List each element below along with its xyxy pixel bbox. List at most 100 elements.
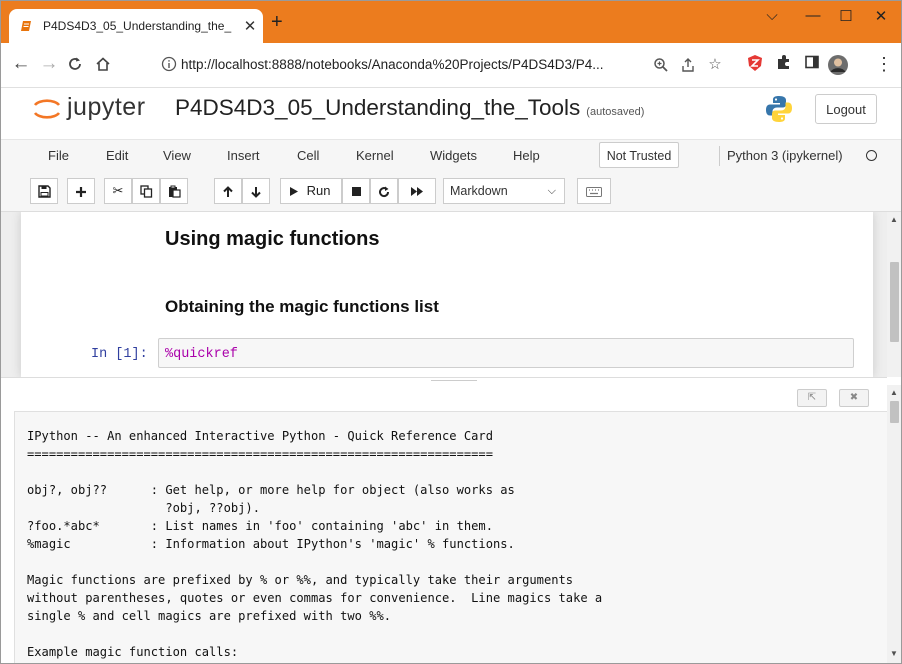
- pager-scroll-thumb[interactable]: [890, 401, 899, 423]
- puzzle-extensions-icon[interactable]: [773, 54, 795, 76]
- cell-type-select[interactable]: Markdown ⌵: [443, 178, 565, 204]
- paste-button[interactable]: [160, 178, 188, 204]
- menu-insert[interactable]: Insert: [227, 148, 260, 163]
- menu-file[interactable]: File: [48, 148, 69, 163]
- notebook-area: Using magic functions Obtaining the magi…: [1, 212, 887, 377]
- menu-edit[interactable]: Edit: [106, 148, 128, 163]
- notebook-menubar: File Edit View Insert Cell Kernel Widget…: [1, 139, 901, 172]
- menu-kernel[interactable]: Kernel: [356, 148, 394, 163]
- info-icon[interactable]: [161, 56, 177, 72]
- close-window-button[interactable]: ✕: [866, 7, 896, 33]
- command-palette-button[interactable]: [577, 178, 611, 204]
- arrow-up-icon: [223, 185, 233, 197]
- zoom-icon[interactable]: [651, 55, 671, 75]
- save-button[interactable]: [30, 178, 58, 204]
- notebook-scrollbar[interactable]: ▲: [887, 212, 901, 377]
- restart-button[interactable]: [370, 178, 398, 204]
- run-button[interactable]: Run: [280, 178, 342, 204]
- notebook-container: Using magic functions Obtaining the magi…: [21, 212, 873, 377]
- plus-icon: [76, 186, 86, 197]
- pager-content: IPython -- An enhanced Interactive Pytho…: [14, 411, 888, 663]
- pager-close-button[interactable]: ✖: [839, 389, 869, 407]
- notebook-toolbar: ✂ Run Markdown ⌵: [1, 171, 901, 212]
- pager-line: IPython -- An enhanced Interactive Pytho…: [27, 429, 493, 443]
- menu-widgets[interactable]: Widgets: [430, 148, 477, 163]
- pager-scroll-up-icon[interactable]: ▲: [890, 388, 898, 397]
- pager-line: ?obj, ??obj).: [27, 501, 260, 515]
- pager-scroll-down-icon[interactable]: ▼: [890, 649, 898, 658]
- pager-line: ?foo.*abc* : List names in 'foo' contain…: [27, 519, 493, 533]
- stop-icon: [351, 187, 361, 197]
- tab-close-icon[interactable]: ✕: [241, 17, 259, 35]
- keyboard-icon: [586, 186, 602, 197]
- pager-line: without parentheses, quotes or even comm…: [27, 591, 603, 605]
- markdown-heading-3[interactable]: Obtaining the magic functions list: [165, 297, 439, 317]
- tab-search-icon[interactable]: ⌵: [757, 7, 787, 33]
- resize-grip: [431, 380, 477, 381]
- jupyter-favicon-icon: [21, 21, 31, 31]
- pager-scrollbar[interactable]: ▲ ▼: [887, 385, 901, 663]
- close-icon: ✖: [849, 392, 859, 403]
- tab-title: P4DS4D3_05_Understanding_the_: [43, 19, 232, 33]
- home-icon[interactable]: [91, 52, 115, 76]
- pager-expand-button[interactable]: ⇱: [797, 389, 827, 407]
- jupyter-wordmark: jupyter: [67, 93, 146, 121]
- paste-icon: [168, 185, 181, 198]
- pager-line: ========================================…: [27, 447, 493, 461]
- quickref-text: IPython -- An enhanced Interactive Pytho…: [27, 427, 602, 661]
- side-panel-icon[interactable]: [801, 54, 823, 76]
- play-icon: [290, 187, 298, 197]
- move-down-button[interactable]: [242, 178, 270, 204]
- kernel-separator: [719, 146, 720, 166]
- share-icon[interactable]: [678, 55, 698, 75]
- profile-avatar[interactable]: [827, 54, 849, 76]
- code-text: %quickref: [165, 347, 238, 362]
- open-external-icon: ⇱: [807, 392, 817, 403]
- cell-type-value: Markdown: [450, 184, 508, 198]
- interrupt-button[interactable]: [342, 178, 370, 204]
- browser-window: P4DS4D3_05_Understanding_the_ ✕ + ⌵ — ☐ …: [0, 0, 902, 664]
- cut-button[interactable]: ✂: [104, 178, 132, 204]
- logout-button[interactable]: Logout: [815, 94, 877, 124]
- kernel-name[interactable]: Python 3 (ipykernel): [727, 148, 843, 163]
- menu-view[interactable]: View: [163, 148, 191, 163]
- more-menu-icon[interactable]: ⋮: [873, 54, 895, 76]
- url-text: http://localhost:8888/notebooks/Anaconda…: [181, 57, 604, 72]
- back-arrow-icon[interactable]: ←: [9, 52, 33, 76]
- maximize-button[interactable]: ☐: [831, 7, 861, 33]
- copy-button[interactable]: [132, 178, 160, 204]
- bookmark-star-icon[interactable]: ☆: [705, 55, 725, 75]
- code-cell-input[interactable]: %quickref: [158, 338, 854, 368]
- restart-run-all-button[interactable]: [398, 178, 436, 204]
- restart-icon: [379, 186, 390, 197]
- browser-tab[interactable]: P4DS4D3_05_Understanding_the_ ✕: [9, 9, 263, 43]
- kernel-idle-indicator: [866, 150, 877, 161]
- insert-cell-button[interactable]: [67, 178, 95, 204]
- menu-cell[interactable]: Cell: [297, 148, 319, 163]
- minimize-button[interactable]: —: [798, 7, 828, 33]
- trust-status-button[interactable]: Not Trusted: [599, 142, 679, 168]
- reload-icon[interactable]: [63, 52, 87, 76]
- jupyter-logo-icon[interactable]: [31, 93, 63, 125]
- pager-panel: ⇱ ✖ IPython -- An enhanced Interactive P…: [1, 385, 888, 663]
- autosave-status: (autosaved): [586, 106, 645, 118]
- tab-strip: P4DS4D3_05_Understanding_the_ ✕ + ⌵ — ☐ …: [1, 1, 901, 43]
- extension-icon[interactable]: [744, 54, 766, 76]
- notebook-title[interactable]: P4DS4D3_05_Understanding_the_Tools (autos…: [175, 95, 644, 121]
- pager-line: Example magic function calls:: [27, 645, 239, 659]
- input-prompt: In [1]:: [91, 347, 148, 362]
- pager-line: %magic : Information about IPython's 'ma…: [27, 537, 515, 551]
- jupyter-header: jupyter P4DS4D3_05_Understanding_the_Too…: [1, 87, 901, 133]
- forward-arrow-icon[interactable]: →: [37, 52, 61, 76]
- new-tab-button[interactable]: +: [271, 12, 283, 32]
- chevron-down-icon: ⌵: [547, 185, 556, 197]
- address-bar[interactable]: http://localhost:8888/notebooks/Anaconda…: [151, 50, 731, 80]
- markdown-heading-2[interactable]: Using magic functions: [165, 228, 379, 251]
- python-logo-icon: [766, 96, 792, 122]
- scroll-up-arrow-icon[interactable]: ▲: [890, 215, 898, 224]
- notebook-scroll-thumb[interactable]: [890, 262, 899, 342]
- move-up-button[interactable]: [214, 178, 242, 204]
- notebook-name[interactable]: P4DS4D3_05_Understanding_the_Tools: [175, 95, 580, 120]
- menu-help[interactable]: Help: [513, 148, 540, 163]
- fast-forward-icon: [411, 187, 423, 197]
